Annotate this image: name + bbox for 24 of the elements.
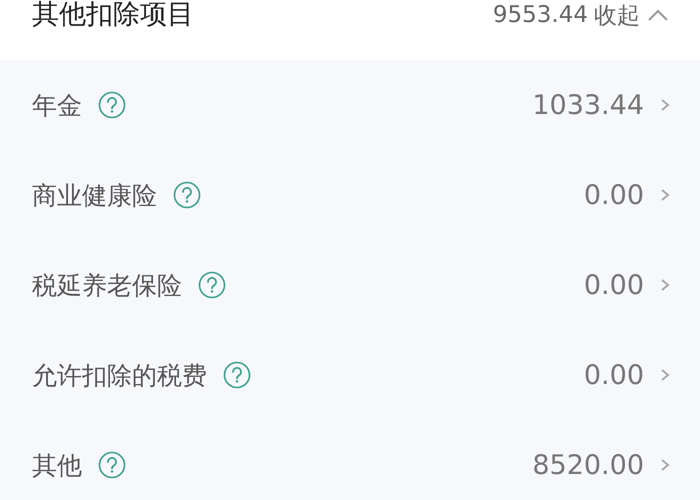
chevron-right-icon[interactable]: [660, 457, 670, 473]
help-icon[interactable]: [173, 181, 201, 209]
help-icon[interactable]: [98, 451, 126, 479]
total-amount: 9553.44: [492, 2, 588, 28]
section-title: 其他扣除项目: [32, 0, 194, 30]
chevron-icon[interactable]: [646, 7, 670, 23]
chevron-right-icon[interactable]: [660, 277, 670, 293]
deduction-label: 税延养老保险: [32, 270, 182, 302]
deduction-amount: 0.00: [584, 180, 644, 210]
deduction-amount: 0.00: [584, 270, 644, 300]
collapse-link[interactable]: 收起: [594, 0, 640, 30]
deduction-amount: 0.00: [584, 360, 644, 390]
chevron-right-icon[interactable]: [660, 97, 670, 113]
help-icon[interactable]: [223, 361, 251, 389]
deduction-amount: 8520.00: [532, 450, 644, 480]
chevron-right-icon[interactable]: [660, 367, 670, 383]
deduction-label: 其他: [32, 450, 82, 482]
help-icon[interactable]: [98, 91, 126, 119]
deduction-label: 商业健康险: [32, 180, 157, 212]
deduction-label: 年金: [32, 90, 82, 122]
chevron-right-icon[interactable]: [660, 187, 670, 203]
help-icon[interactable]: [198, 271, 226, 299]
deduction-amount: 1033.44: [532, 90, 644, 120]
deduction-label: 允许扣除的税费: [32, 360, 207, 392]
